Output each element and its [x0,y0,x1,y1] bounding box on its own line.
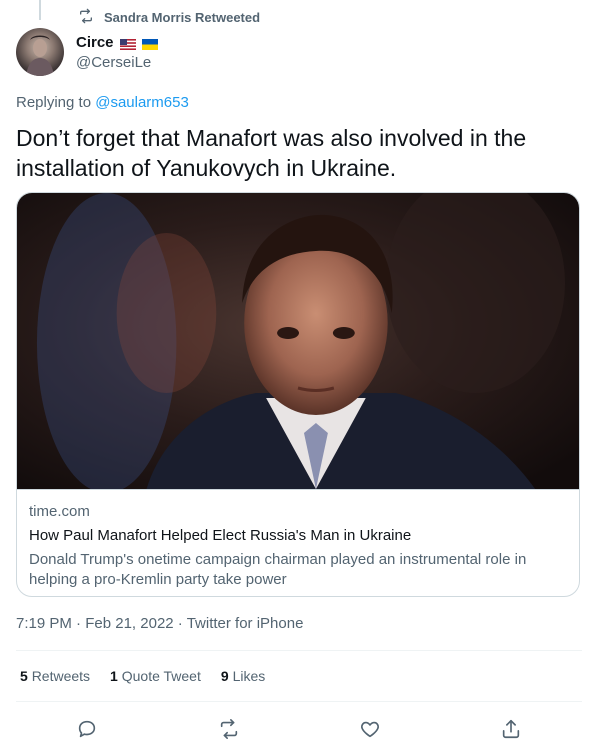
likes-label: Likes [232,668,266,684]
like-icon [361,721,379,738]
link-card-image [17,193,579,490]
reply-button[interactable] [70,712,104,746]
link-card-domain: time.com [29,503,90,520]
divider [16,701,582,702]
likes-count: 9 [220,668,229,684]
us-flag-icon [119,37,136,50]
share-icon [502,719,520,739]
reply-mention-link[interactable]: @saularm653 [95,94,189,111]
thread-connector-line [39,0,41,20]
tweet-time[interactable]: 7:19 PM [16,615,72,632]
tweet-text: Don’t forget that Manafort was also invo… [16,125,527,181]
meta-separator: · [173,615,187,632]
tweet-source: Twitter for iPhone [186,615,304,632]
reply-icon [78,720,96,738]
share-button[interactable] [494,712,528,746]
action-bar [0,712,598,744]
like-button[interactable] [353,712,387,746]
retweet-icon [220,719,238,739]
link-card-description: Donald Trump's onetime campaign chairman… [29,551,527,588]
likes-stat[interactable]: 9 Likes [221,668,265,684]
link-card-title: How Paul Manafort Helped Elect Russia's … [29,527,412,544]
retweeted-by-label[interactable]: Sandra Morris Retweeted [104,10,260,25]
quote-tweets-stat[interactable]: 1 Quote Tweet [110,668,201,684]
link-card[interactable]: time.com How Paul Manafort Helped Elect … [16,192,580,597]
retweets-count: 5 [20,668,28,684]
replying-prefix: Replying to [16,94,96,111]
retweets-label: Retweets [31,668,91,684]
quotes-label: Quote Tweet [121,668,201,684]
meta-separator: · [71,615,86,632]
author-display-name[interactable]: Circe [76,34,114,51]
avatar[interactable] [16,28,64,76]
divider [16,650,582,651]
tweet-date[interactable]: Feb 21, 2022 [85,615,173,632]
ukraine-flag-icon [141,37,158,50]
engagement-stats: 5 Retweets 1 Quote Tweet 9 Likes [20,668,265,684]
author-handle[interactable]: @CerseiLe [76,54,158,71]
tweet-meta: 7:19 PM · Feb 21, 2022 · Twitter for iPh… [16,615,303,632]
quotes-count: 1 [110,668,118,684]
retweet-icon [78,8,94,27]
retweets-stat[interactable]: 5 Retweets [20,668,90,684]
retweet-context: Sandra Morris Retweeted [78,8,260,26]
replying-to: Replying to @saularm653 [16,94,189,111]
retweet-button[interactable] [212,712,246,746]
